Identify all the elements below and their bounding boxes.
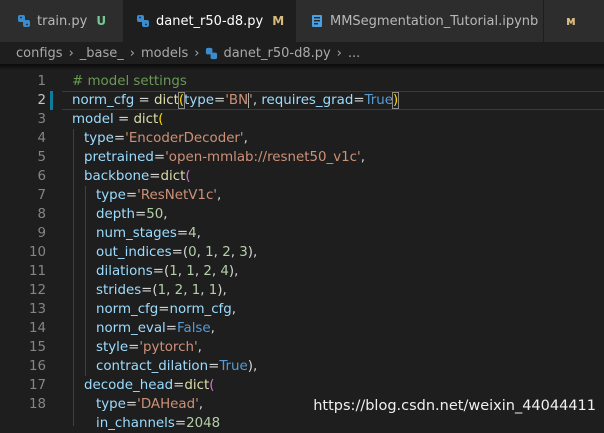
chevron-right-icon: ›	[129, 45, 135, 61]
tab-overflow[interactable]: м	[544, 0, 604, 42]
code-line: 3 model = dict(	[0, 110, 604, 129]
tab-label: MMSegmentation_Tutorial.ipynb	[330, 13, 539, 29]
tab-danet-r50-d8-py[interactable]: danet_r50-d8.py M ✕	[124, 0, 296, 42]
code-line: 10 out_indices=(0, 1, 2, 3),	[0, 243, 604, 262]
breadcrumb-item[interactable]: models	[141, 46, 188, 61]
tab-bar: train.py U danet_r50-d8.py M ✕ MMSegment…	[0, 0, 604, 42]
line-number: 16	[28, 359, 46, 374]
line-number: 12	[28, 283, 46, 298]
modified-badge: M	[272, 14, 285, 28]
code-line: 6 backbone=dict(	[0, 167, 604, 186]
code-editor[interactable]: 1 # model settings 2 norm_cfg = dict(type=…	[0, 72, 604, 431]
code-line: 16 contract_dilation=True),	[0, 357, 604, 376]
tab-label: train.py	[37, 13, 88, 29]
line-number: 3	[37, 112, 46, 127]
chevron-right-icon: ›	[68, 45, 74, 61]
line-number: 1	[37, 74, 46, 89]
watermark: https://blog.csdn.net/weixin_44044411	[313, 398, 596, 414]
line-number: 6	[37, 169, 46, 184]
python-file-icon	[137, 15, 149, 27]
code-line: 8 depth=50,	[0, 205, 604, 224]
python-file-icon	[206, 47, 218, 59]
line-number: 13	[28, 302, 46, 317]
chevron-right-icon: ›	[336, 45, 342, 61]
breadcrumb-item[interactable]: configs	[16, 46, 63, 61]
code-line: 13 norm_cfg=norm_cfg,	[0, 300, 604, 319]
line-number: 18	[28, 397, 46, 412]
line-number: 4	[37, 131, 46, 146]
code-line: 2 norm_cfg = dict(type='BN', requires_gra…	[0, 91, 604, 110]
line-number: 14	[28, 321, 46, 336]
code-line: 11 dilations=(1, 1, 2, 4),	[0, 262, 604, 281]
line-number: 8	[37, 207, 46, 222]
line-number: 17	[28, 378, 46, 393]
code-line: 14 norm_eval=False,	[0, 319, 604, 338]
line-number: 2	[37, 93, 46, 108]
line-number: 9	[37, 226, 46, 241]
line-number: 5	[37, 150, 46, 165]
breadcrumb-item[interactable]: danet_r50-d8.py	[223, 46, 330, 61]
notebook-file-icon	[312, 15, 322, 27]
modified-badge: м	[566, 14, 576, 28]
line-number: 10	[28, 245, 46, 260]
breadcrumb-item[interactable]: _base_	[80, 46, 124, 61]
code-line: 1 # model settings	[0, 72, 604, 91]
code-line: 7 type='ResNetV1c',	[0, 186, 604, 205]
line-number: 11	[28, 264, 46, 279]
chevron-right-icon: ›	[194, 45, 200, 61]
code-line: 17 decode_head=dict(	[0, 376, 604, 395]
code-line: 5 pretrained='open-mmlab://resnet50_v1c',	[0, 148, 604, 167]
tab-label: danet_r50-d8.py	[156, 13, 264, 29]
untracked-badge: U	[96, 14, 107, 28]
code-line: in_channels=2048	[96, 416, 221, 431]
code-line: 12 strides=(1, 2, 1, 1),	[0, 281, 604, 300]
breadcrumb-item[interactable]: ...	[348, 46, 360, 61]
tab-mmsegmentation-tutorial[interactable]: MMSegmentation_Tutorial.ipynb M	[296, 0, 544, 42]
python-file-icon	[18, 15, 30, 27]
tab-train-py[interactable]: train.py U	[0, 0, 124, 42]
code-line: 4 type='EncoderDecoder',	[0, 129, 604, 148]
scroll-shadow	[0, 64, 604, 70]
code-line: 9 num_stages=4,	[0, 224, 604, 243]
line-number: 7	[37, 188, 46, 203]
code-line: 15 style='pytorch',	[0, 338, 604, 357]
breadcrumb: configs › _base_ › models › danet_r50-d8…	[0, 42, 604, 64]
line-number: 15	[28, 340, 46, 355]
